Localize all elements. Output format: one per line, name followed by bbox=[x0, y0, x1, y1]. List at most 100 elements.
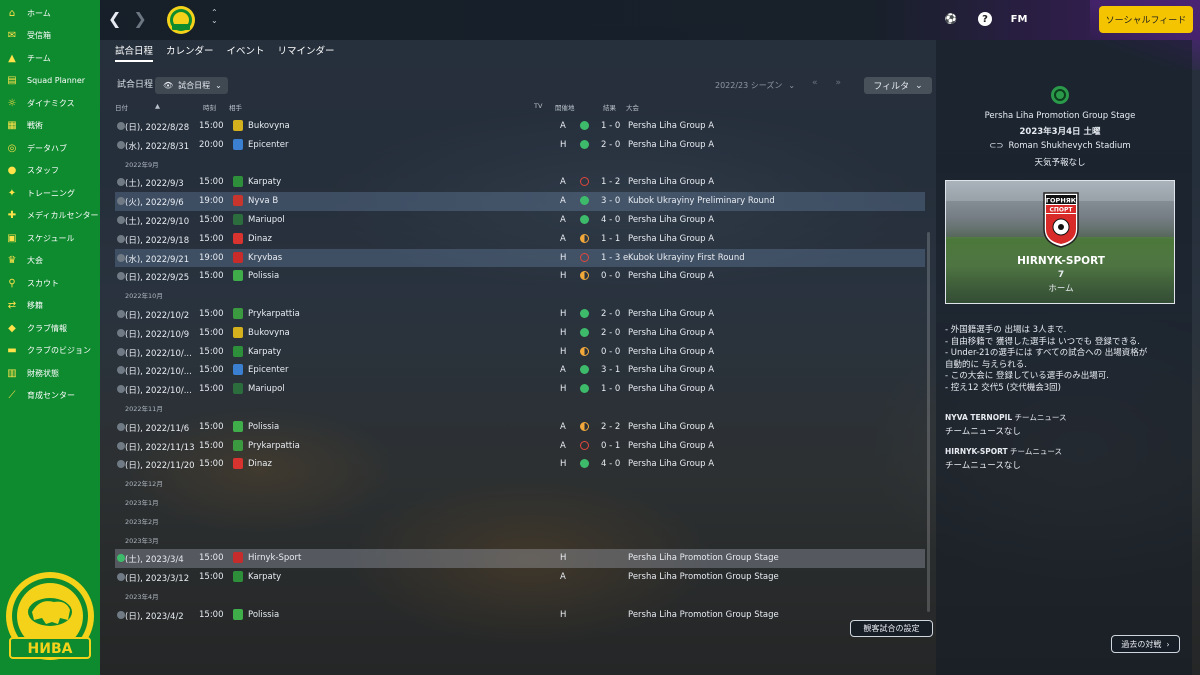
next-season-icon[interactable]: » bbox=[836, 78, 842, 88]
fixture-row[interactable]: (日), 2022/11/6 15:00 Polissia A 2 - 2 Persha … bbox=[115, 418, 925, 437]
fixture-row[interactable]: (日), 2022/10/... 15:00 Epicenter A 3 - 1 Pers… bbox=[115, 361, 925, 380]
fixture-row[interactable]: (日), 2022/9/25 15:00 Polissia H 0 - 0 Persha … bbox=[115, 267, 925, 286]
fixture-row[interactable]: (日), 2022/11/13 15:00 Prykarpattia A 0 - 1 Pe… bbox=[115, 437, 925, 456]
season-dropdown[interactable]: 2022/23 シーズン ⌄ bbox=[715, 78, 805, 93]
sidebar-item-label: チーム bbox=[27, 53, 51, 63]
sidebar-item-7[interactable]: ● スタッフ bbox=[0, 160, 100, 183]
sidebar-item-3[interactable]: ▤ Squad Planner bbox=[0, 70, 100, 93]
sidebar-item-9[interactable]: ✚ メディカルセンター bbox=[0, 205, 100, 228]
fixture-opponent: Kryvbas bbox=[248, 252, 283, 263]
month-divider: 2023年2月 bbox=[125, 517, 159, 526]
row-status-icon bbox=[117, 234, 125, 243]
fixture-row[interactable]: (日), 2022/8/28 15:00 Bukovyna A 1 - 0 Persha … bbox=[115, 117, 925, 136]
sidebar-item-4[interactable]: ☼ ダイナミクス bbox=[0, 92, 100, 115]
switch-club-arrows-icon[interactable]: ⌃ ⌄ bbox=[211, 9, 218, 25]
tab-events[interactable]: イベント bbox=[227, 43, 265, 62]
rule-line: - この大会に 登録している選手のみ出場可. bbox=[945, 371, 1109, 382]
fixture-row[interactable]: (日), 2022/9/18 15:00 Dinaz A 1 - 1 Persha Lih… bbox=[115, 230, 925, 249]
result-loss-icon bbox=[580, 440, 589, 450]
help-icon[interactable]: ? bbox=[978, 12, 992, 26]
home-icon: ⌂ bbox=[8, 7, 16, 19]
sidebar-item-17[interactable]: ⟋ 育成センター bbox=[0, 385, 100, 408]
fixture-score: 2 - 2 bbox=[601, 421, 621, 432]
fixture-venue: A bbox=[560, 440, 566, 451]
sidebar-item-0[interactable]: ⌂ ホーム bbox=[0, 2, 100, 25]
fixture-opponent: Hirnyk-Sport bbox=[248, 553, 302, 564]
fixture-row[interactable]: (日), 2023/3/12 15:00 Karpaty A Persha Liha P… bbox=[115, 568, 925, 587]
opponent-crest-icon bbox=[233, 120, 243, 131]
spectator-settings-button[interactable]: 観客試合の設定 bbox=[850, 620, 933, 637]
club-badge[interactable] bbox=[166, 5, 196, 38]
history-nav: ❮ ❯ bbox=[108, 11, 147, 27]
fixture-date: (水), 2022/9/21 bbox=[125, 254, 190, 265]
fixture-competition: Persha Liha Group A bbox=[628, 271, 715, 282]
column-result[interactable]: 結果 bbox=[603, 102, 616, 112]
fixture-row[interactable]: (土), 2023/3/4 15:00 Hirnyk-Sport H Persha Li… bbox=[115, 549, 925, 569]
sidebar-item-12[interactable]: ⚲ スカウト bbox=[0, 272, 100, 295]
sidebar-item-6[interactable]: ◎ データハブ bbox=[0, 137, 100, 160]
sidebar-item-2[interactable]: ▲ チーム bbox=[0, 47, 100, 70]
tab-calendar[interactable]: カレンダー bbox=[166, 43, 214, 62]
result-loss-icon bbox=[580, 177, 589, 187]
sidebar-item-15[interactable]: ▬ クラブのビジョン bbox=[0, 340, 100, 363]
fixture-date: (日), 2023/3/12 bbox=[125, 574, 190, 585]
fixture-time: 19:00 bbox=[199, 196, 224, 207]
sidebar-item-13[interactable]: ⇄ 移籍 bbox=[0, 295, 100, 318]
column-tv[interactable]: TV bbox=[534, 102, 542, 110]
ball-icon[interactable]: ⚽ bbox=[944, 12, 958, 26]
sidebar-item-5[interactable]: ▦ 戦術 bbox=[0, 115, 100, 138]
fixture-row[interactable]: (日), 2022/10/... 15:00 Mariupol H 1 - 0 Persh… bbox=[115, 380, 925, 399]
column-opponent[interactable]: 相手 bbox=[229, 102, 242, 112]
prev-season-icon[interactable]: « bbox=[812, 78, 818, 88]
past-meetings-button[interactable]: 過去の対戦 › bbox=[1111, 635, 1180, 653]
back-arrow-icon[interactable]: ❮ bbox=[108, 11, 121, 27]
view-dropdown-label: 試合日程 bbox=[178, 81, 211, 90]
season-label: 2022/23 シーズン bbox=[715, 81, 783, 90]
fixture-row[interactable]: (日), 2022/10/2 15:00 Prykarpattia H 2 - 0 Per… bbox=[115, 305, 925, 324]
sidebar-item-8[interactable]: ✦ トレーニング bbox=[0, 182, 100, 205]
fixtures-scrollbar[interactable] bbox=[927, 232, 930, 612]
sidebar-item-10[interactable]: ▣ スケジュール bbox=[0, 227, 100, 250]
fixture-time: 15:00 bbox=[199, 553, 224, 564]
column-time[interactable]: 時刻 bbox=[203, 102, 216, 112]
tab-reminders[interactable]: リマインダー bbox=[278, 43, 335, 62]
club-logo-text: НИВА bbox=[28, 641, 73, 657]
fm-menu-button[interactable]: FM bbox=[1011, 12, 1028, 26]
fixture-row[interactable]: (火), 2022/9/6 19:00 Nyva B A 3 - 0 Kubok Ukra… bbox=[115, 192, 925, 211]
fixture-date: (水), 2022/8/31 bbox=[125, 141, 190, 152]
fixture-row[interactable]: (日), 2022/10/... 15:00 Karpaty H 0 - 0 Persha… bbox=[115, 343, 925, 362]
fixture-row[interactable]: (水), 2022/9/21 19:00 Kryvbas H 1 - 3 e Kubok … bbox=[115, 248, 925, 268]
row-status-icon bbox=[117, 347, 125, 356]
fixture-venue: H bbox=[560, 459, 567, 470]
rule-line: - 控え12 交代5 (交代機会3回) bbox=[945, 382, 1061, 393]
fixture-score: 4 - 0 bbox=[601, 215, 621, 225]
sidebar-item-14[interactable]: ◆ クラブ情報 bbox=[0, 317, 100, 340]
view-dropdown[interactable]: 👁 試合日程 ⌄ bbox=[155, 77, 228, 94]
column-competition[interactable]: 大会 bbox=[626, 102, 639, 112]
club-logo[interactable]: НИВА bbox=[0, 570, 100, 665]
fixture-date: (日), 2022/11/13 bbox=[125, 442, 195, 453]
fixture-row[interactable]: (日), 2022/10/9 15:00 Bukovyna H 2 - 0 Persha … bbox=[115, 324, 925, 343]
tab-fixtures[interactable]: 試合日程 bbox=[115, 43, 154, 62]
opponent-card[interactable]: ГОРНЯК СПОРТ HIRNYK-SPORT 7 ホーム bbox=[945, 180, 1175, 304]
fixture-row[interactable]: (日), 2022/11/20 15:00 Dinaz H 4 - 0 Persha Li… bbox=[115, 455, 925, 474]
fixture-score: 0 - 1 bbox=[601, 440, 621, 451]
sidebar-item-11[interactable]: ♛ 大会 bbox=[0, 250, 100, 273]
column-venue[interactable]: 開催地 bbox=[555, 102, 575, 112]
sidebar-item-16[interactable]: ▥ 財務状態 bbox=[0, 362, 100, 385]
social-feed-button[interactable]: ソーシャルフィード bbox=[1099, 6, 1193, 33]
fixture-opponent: Mariupol bbox=[248, 384, 285, 395]
sidebar-item-1[interactable]: ✉ 受信箱 bbox=[0, 25, 100, 48]
column-date[interactable]: 日付 bbox=[115, 102, 128, 112]
fixture-row[interactable]: (日), 2023/4/2 15:00 Polissia H Persha Liha P… bbox=[115, 606, 925, 625]
fixture-row[interactable]: (土), 2022/9/3 15:00 Karpaty A 1 - 2 Persha Li… bbox=[115, 173, 925, 192]
fixture-time: 15:00 bbox=[199, 177, 224, 188]
opponent-rank: 7 bbox=[1057, 270, 1065, 280]
filter-button[interactable]: フィルタ ⌄ bbox=[864, 77, 932, 94]
forward-arrow-icon[interactable]: ❯ bbox=[133, 11, 146, 27]
fixture-row[interactable]: (土), 2022/9/10 15:00 Mariupol A 4 - 0 Persha … bbox=[115, 211, 925, 230]
fixture-row[interactable]: (水), 2022/8/31 20:00 Epicenter H 2 - 0 Persha… bbox=[115, 136, 925, 155]
sort-arrow-icon[interactable]: ▲ bbox=[155, 102, 160, 110]
sidebar-nav: ⌂ ホーム ✉ 受信箱 ▲ チーム ▤ Squad Planner ☼ ダイナミクス ▦ 戦術 ◎ データ… bbox=[0, 0, 100, 407]
fixture-venue: A bbox=[560, 121, 566, 131]
